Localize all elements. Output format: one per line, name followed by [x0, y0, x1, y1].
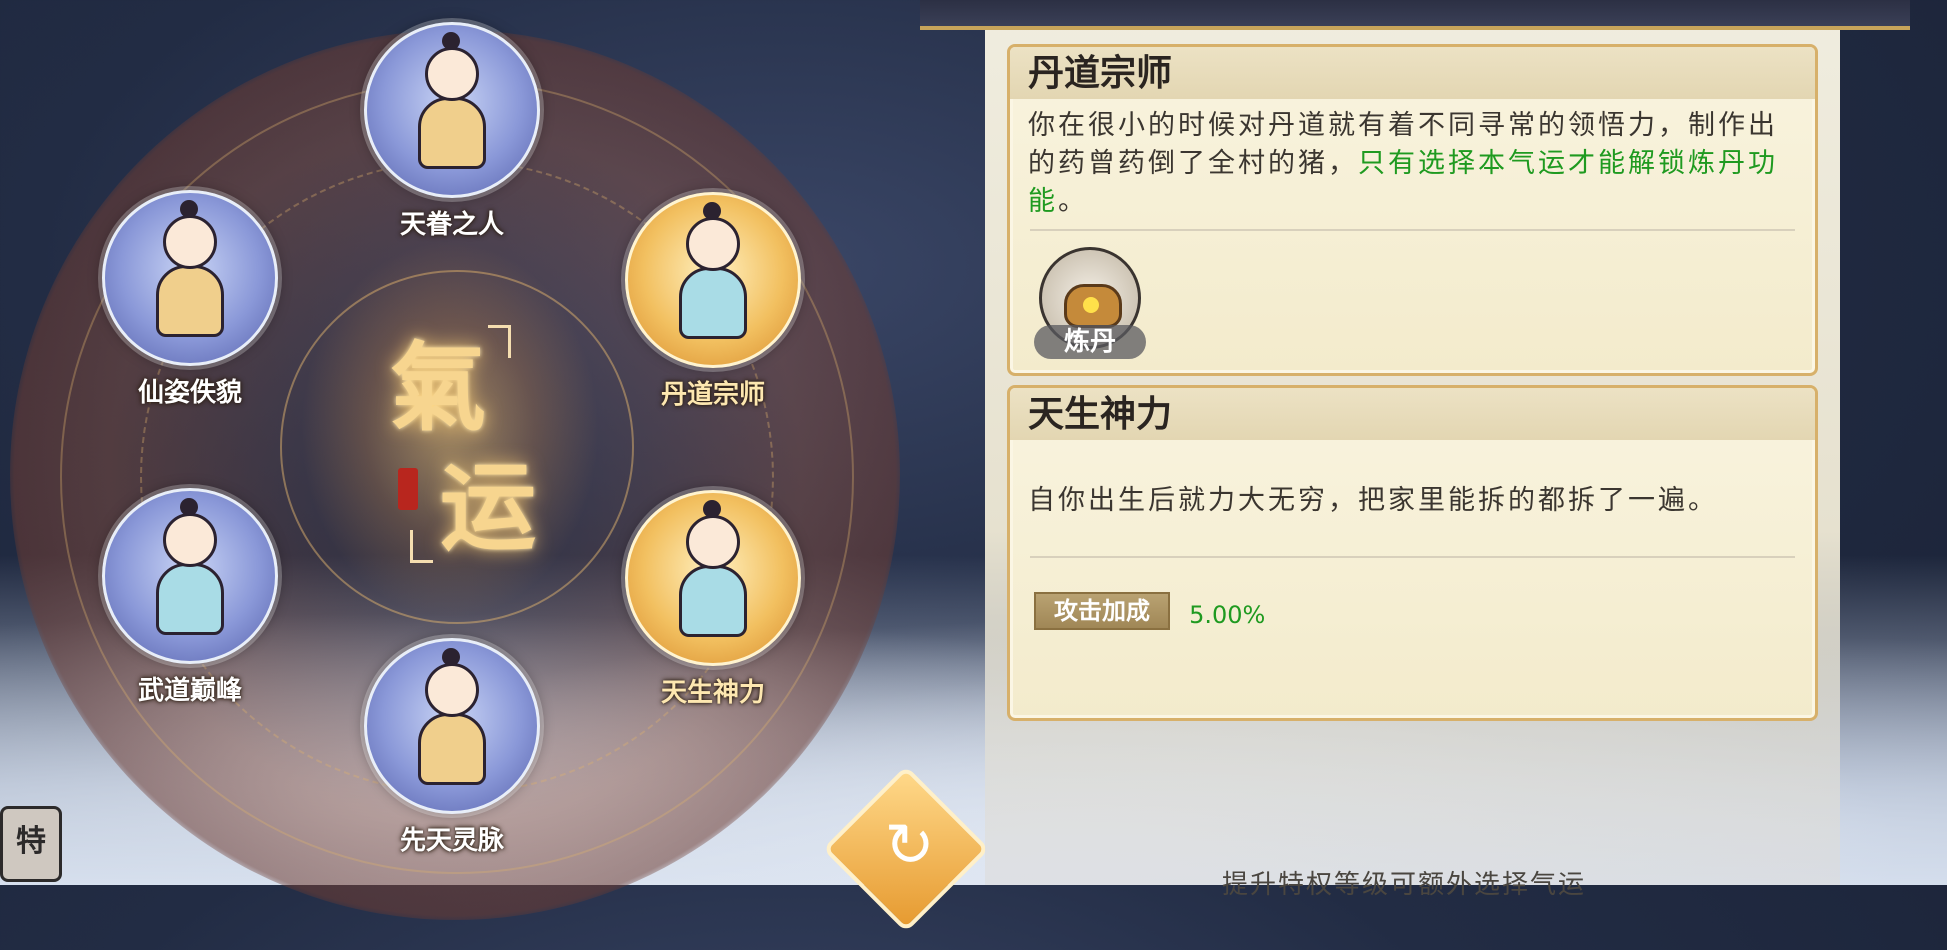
fortune-label: 天眷之人 — [399, 210, 504, 240]
fortune-card-tiansheng: 天生神力 自你出生后就力大无穷，把家里能拆的都拆了一遍。 攻击加成 5.00% — [1007, 385, 1818, 721]
qiyun-char-2: 运 — [440, 451, 536, 564]
bracket-bottom-left — [410, 530, 433, 563]
stat-name: 攻击加成 — [1034, 592, 1170, 630]
fortune-orb — [102, 488, 278, 664]
refresh-icon: ↻ — [884, 810, 935, 881]
divider — [1030, 229, 1795, 231]
qiyun-char-1: 氣 — [390, 331, 486, 444]
fortune-orb-selected — [625, 490, 801, 666]
card-description: 你在很小的时候对丹道就有着不同寻常的领悟力，制作出的药曾药倒了全村的猪，只有选择… — [1010, 99, 1815, 221]
divider — [1030, 556, 1795, 558]
feature-alchemy[interactable]: 炼丹 — [1030, 247, 1150, 359]
desc-end: 。 — [1058, 186, 1088, 217]
panel-top-frame — [920, 0, 1910, 30]
character-icon — [155, 200, 225, 337]
fortune-node-dandao[interactable]: 丹道宗师 — [618, 192, 808, 411]
fortune-node-xiantian[interactable]: 先天灵脉 — [357, 638, 547, 857]
character-icon — [678, 202, 748, 339]
character-icon — [155, 498, 225, 635]
fortune-orb — [364, 22, 540, 198]
fortune-label: 武道巅峰 — [137, 676, 242, 706]
card-title: 丹道宗师 — [1010, 47, 1815, 99]
fortune-label: 天生神力 — [660, 678, 765, 708]
fortune-node-tianjuan[interactable]: 天眷之人 — [357, 22, 547, 241]
fortune-orb-selected — [625, 192, 801, 368]
fortune-node-xianzi[interactable]: 仙姿佚貌 — [95, 190, 285, 409]
privilege-hint: 提升特权等级可额外选择气运 — [1222, 870, 1587, 900]
card-title: 天生神力 — [1010, 388, 1815, 440]
fortune-card-dandao: 丹道宗师 你在很小的时候对丹道就有着不同寻常的领悟力，制作出的药曾药倒了全村的猪… — [1007, 44, 1818, 376]
fortune-node-tiansheng[interactable]: 天生神力 — [618, 490, 808, 709]
character-icon — [678, 500, 748, 637]
fortune-label: 先天灵脉 — [399, 826, 504, 856]
fortune-orb — [364, 638, 540, 814]
fortune-orb — [102, 190, 278, 366]
stat-row: 攻击加成 5.00% — [1034, 592, 1265, 630]
stat-value: 5.00% — [1189, 600, 1266, 629]
red-seal-icon — [398, 468, 418, 510]
card-description: 自你出生后就力大无穷，把家里能拆的都拆了一遍。 — [1028, 485, 1718, 516]
qiyun-title: 氣 运 — [380, 300, 560, 564]
privilege-badge[interactable]: 特 — [0, 806, 62, 882]
character-icon — [417, 32, 487, 169]
fortune-label: 仙姿佚貌 — [137, 378, 242, 408]
bracket-top-right — [488, 325, 511, 358]
feature-label: 炼丹 — [1034, 325, 1146, 359]
character-icon — [417, 648, 487, 785]
fortune-label: 丹道宗师 — [660, 380, 765, 410]
fortune-node-wudao[interactable]: 武道巅峰 — [95, 488, 285, 707]
